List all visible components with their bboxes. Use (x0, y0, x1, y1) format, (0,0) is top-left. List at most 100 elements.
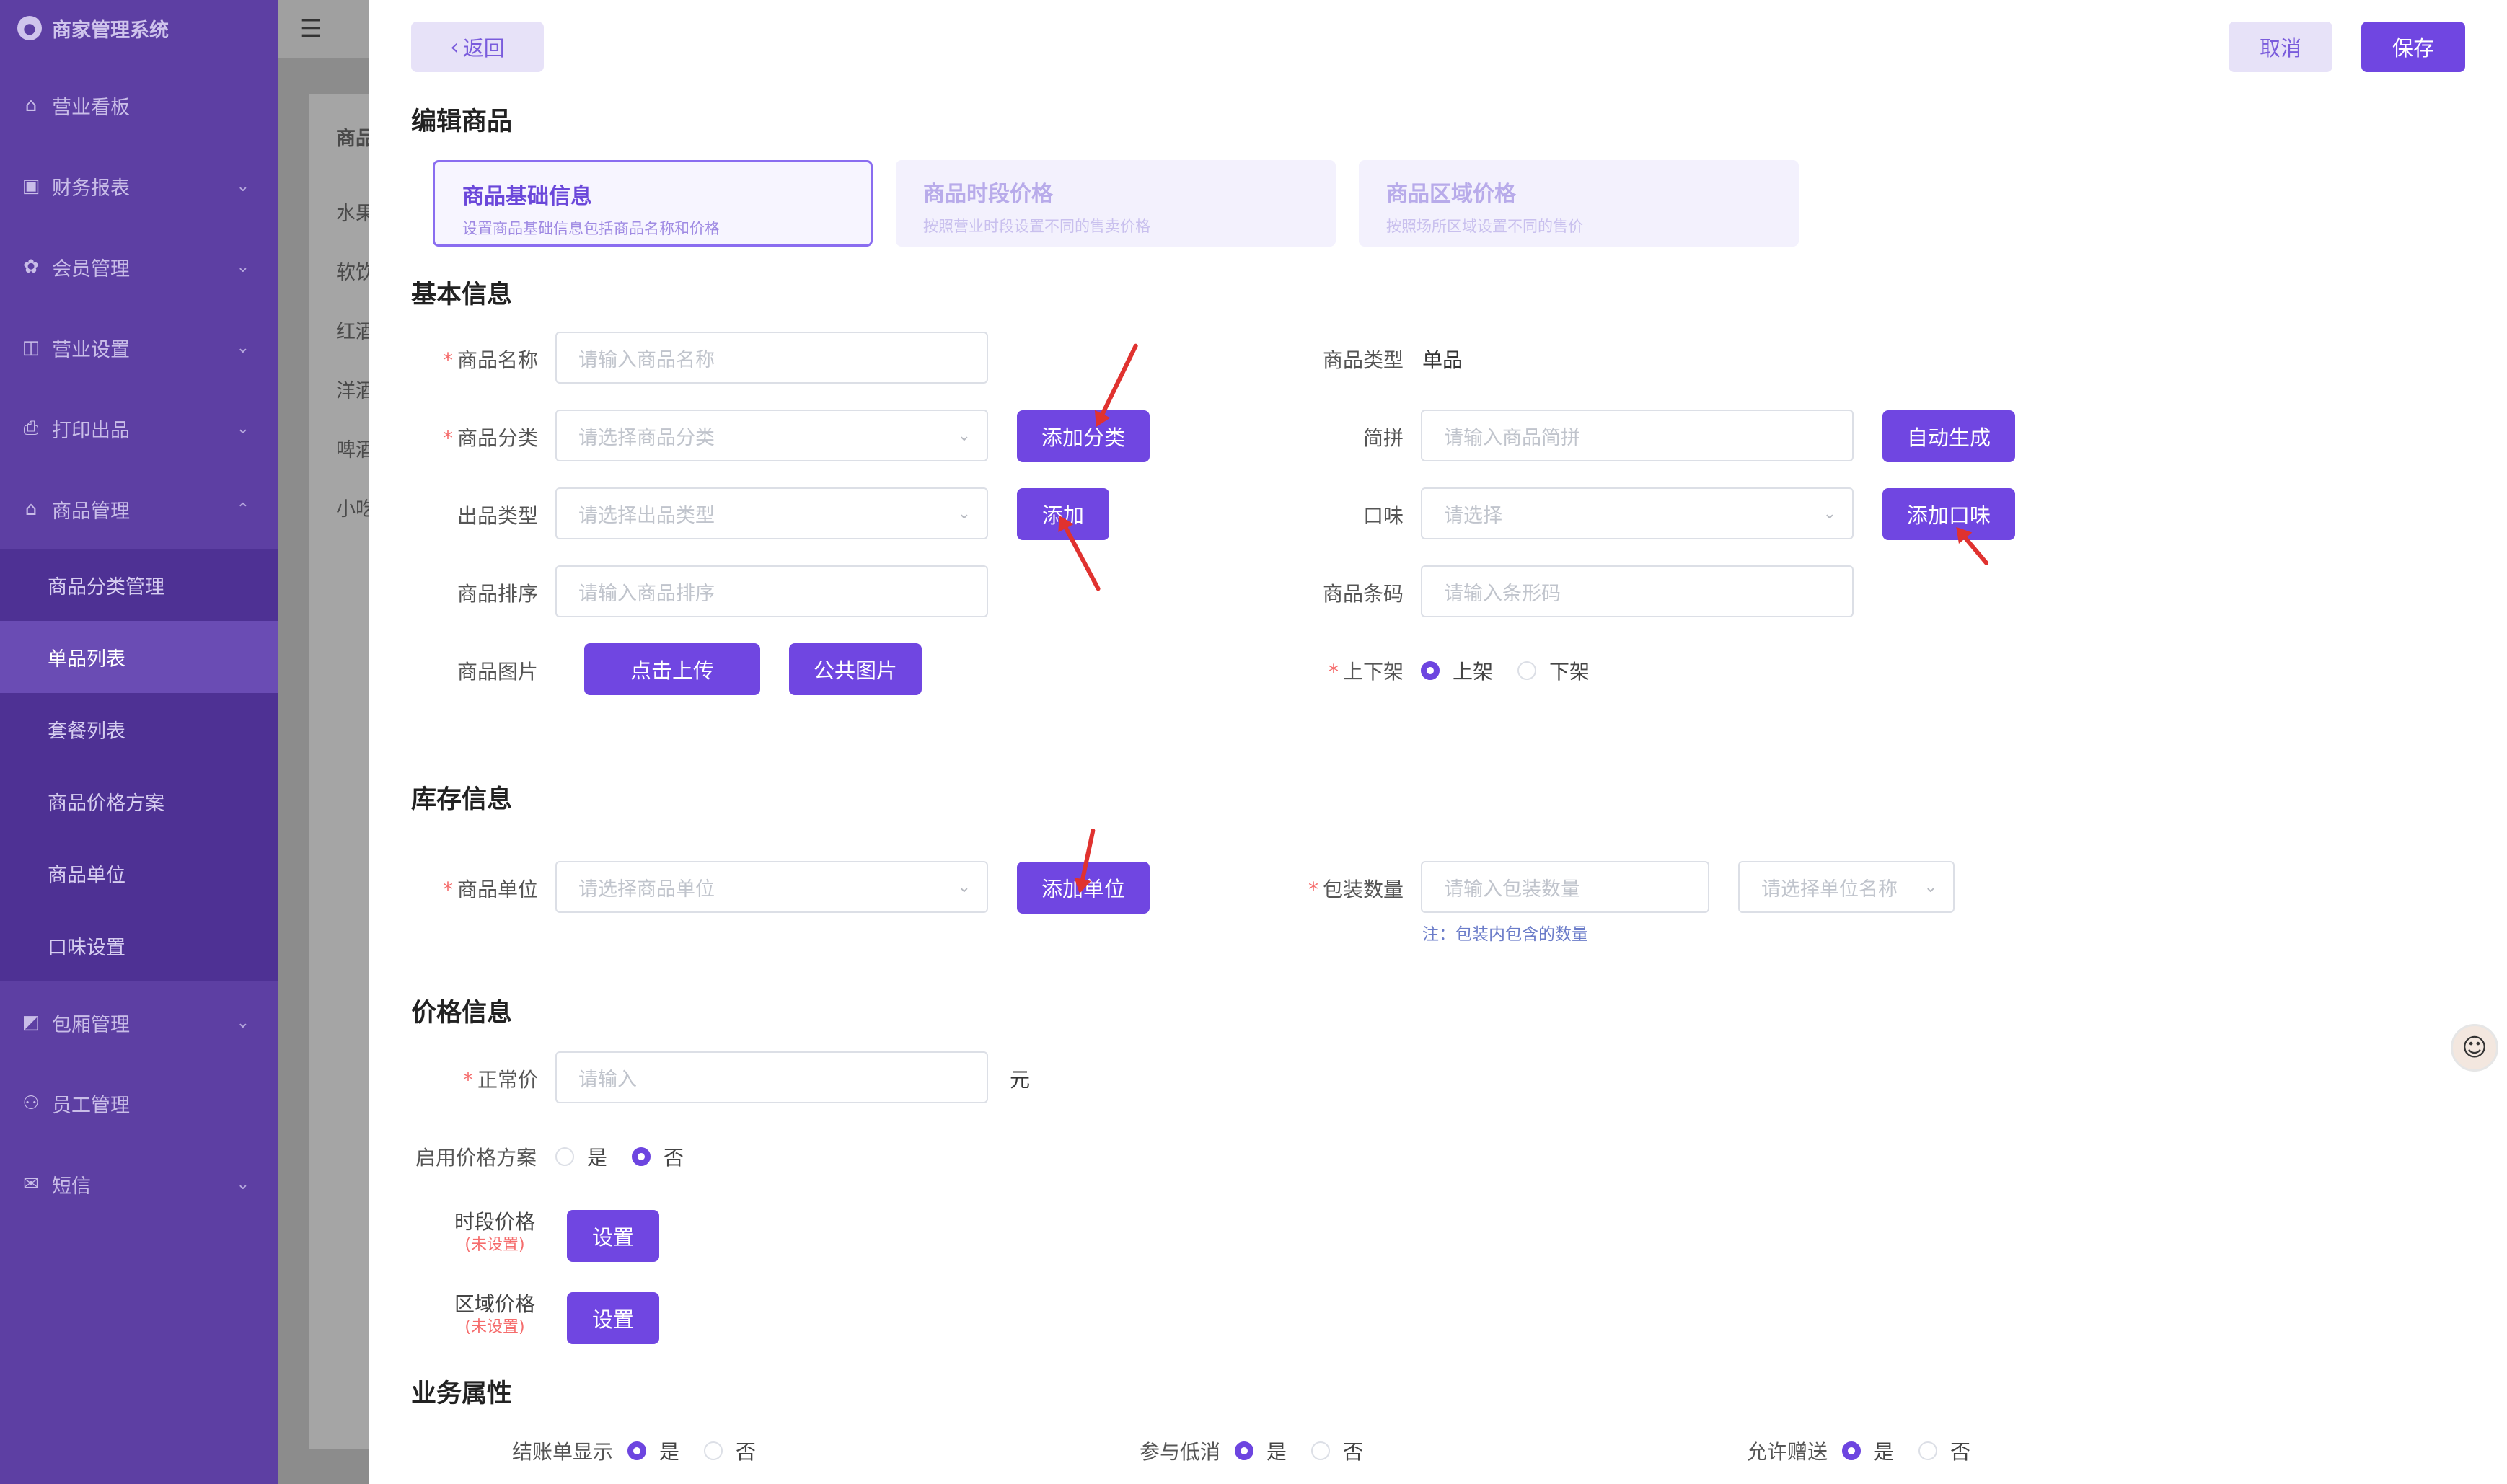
output-type-select[interactable]: 请选择出品类型 ⌄ (555, 487, 988, 539)
tab-basic-info[interactable]: 商品基础信息 设置商品基础信息包括商品名称和价格 (433, 160, 873, 247)
normal-price-input[interactable]: 请输入 (555, 1051, 988, 1103)
placeholder: 请输入商品排序 (578, 582, 715, 605)
product-unit-select[interactable]: 请选择商品单位 ⌄ (555, 861, 988, 913)
chevron-down-icon: ⌄ (957, 504, 971, 523)
min-consumption-label: 参与低消 (1140, 1440, 1221, 1464)
radio-unchecked-icon (555, 1147, 574, 1166)
sidebar-item-label: 营业设置 (52, 338, 130, 361)
background-card (309, 94, 369, 1449)
price-plan-yes-radio[interactable]: 是 (555, 1142, 607, 1171)
sidebar-item-label: 短信 (52, 1175, 91, 1198)
auto-generate-button[interactable]: 自动生成 (1882, 410, 2015, 462)
placeholder: 请输入商品简拼 (1444, 426, 1580, 449)
assistant-avatar[interactable]: ☺ (2451, 1024, 2498, 1072)
product-sort-input[interactable]: 请输入商品排序 (555, 565, 988, 617)
barcode-label: 商品条码 (1322, 582, 1404, 606)
back-button[interactable]: ‹ 返回 (411, 22, 544, 72)
radio-label: 是 (587, 1146, 608, 1170)
sidebar-item-rooms[interactable]: ◩ 包厢管理 ⌄ (0, 988, 278, 1057)
sidebar-item-business-settings[interactable]: ◫ 营业设置 ⌄ (0, 313, 278, 382)
radio-unchecked-icon (704, 1441, 723, 1460)
tab-title: 商品时段价格 (923, 182, 1053, 207)
cancel-button[interactable]: 取消 (2229, 22, 2332, 72)
placeholder: 请输入包装数量 (1444, 878, 1580, 901)
checkout-display-label: 结账单显示 (512, 1440, 614, 1464)
menu-fold-icon: ☰ (300, 14, 322, 43)
sidebar-sub-units[interactable]: 商品单位 (0, 837, 278, 909)
chevron-down-icon: ⌄ (1823, 504, 1836, 523)
pack-unit-select[interactable]: 请选择单位名称 ⌄ (1738, 861, 1955, 913)
tab-title: 商品区域价格 (1386, 182, 1516, 207)
sidebar-sub-flavors[interactable]: 口味设置 (0, 909, 278, 981)
allow-gift-no-radio[interactable]: 否 (1918, 1436, 1970, 1465)
sidebar-sub-category[interactable]: 商品分类管理 (0, 549, 278, 621)
product-category-label: * 商品分类 (442, 426, 538, 450)
min-consumption-yes-radio[interactable]: 是 (1235, 1436, 1287, 1465)
price-plan-no-radio[interactable]: 否 (632, 1142, 684, 1171)
product-unit-label: * 商品单位 (442, 878, 538, 901)
checkout-display-no-radio[interactable]: 否 (704, 1436, 756, 1465)
price-plan-label: 启用价格方案 (415, 1146, 537, 1170)
product-name-input[interactable]: 请输入商品名称 (555, 332, 988, 384)
sidebar-item-finance[interactable]: ▣ 财务报表 ⌄ (0, 151, 278, 221)
chevron-down-icon: ⌄ (236, 1013, 250, 1032)
radio-label: 否 (1950, 1440, 1971, 1464)
tab-area-price[interactable]: 商品区域价格 按照场所区域设置不同的售价 (1359, 160, 1799, 247)
pack-quantity-note: 注：包装内包含的数量 (1422, 925, 1588, 944)
sidebar-item-sms[interactable]: ✉ 短信 ⌄ (0, 1149, 278, 1219)
tab-desc: 设置商品基础信息包括商品名称和价格 (462, 220, 720, 237)
sidebar-submenu: 商品分类管理 单品列表 套餐列表 商品价格方案 商品单位 口味设置 (0, 549, 278, 981)
upload-button[interactable]: 点击上传 (584, 643, 760, 695)
product-sort-label: 商品排序 (457, 582, 538, 606)
shelf-off-radio[interactable]: 下架 (1517, 656, 1590, 685)
report-icon: ▣ (22, 175, 40, 197)
chevron-down-icon: ⌄ (236, 1175, 250, 1193)
chevron-down-icon: ⌄ (957, 878, 971, 896)
product-category-select[interactable]: 请选择商品分类 ⌄ (555, 410, 988, 461)
brand-logo-icon: ● (17, 16, 42, 40)
radio-unchecked-icon (1311, 1441, 1330, 1460)
barcode-input[interactable]: 请输入条形码 (1421, 565, 1854, 617)
save-button[interactable]: 保存 (2361, 22, 2465, 72)
checkout-display-yes-radio[interactable]: 是 (627, 1436, 679, 1465)
home-icon: ⌂ (25, 94, 38, 116)
sidebar-item-products[interactable]: ⌂ 商品管理 ⌃ (0, 474, 278, 544)
sidebar-sub-price-plans[interactable]: 商品价格方案 (0, 765, 278, 837)
chevron-left-icon: ‹ (450, 35, 459, 59)
allow-gift-yes-radio[interactable]: 是 (1842, 1436, 1894, 1465)
sidebar-item-dashboard[interactable]: ⌂ 营业看板 (0, 71, 278, 140)
page-title: 编辑商品 (411, 107, 513, 136)
section-basic-info: 基本信息 (411, 281, 513, 309)
min-consumption-no-radio[interactable]: 否 (1311, 1436, 1363, 1465)
period-price-label: 时段价格 (未设置) (454, 1210, 536, 1254)
sidebar-item-members[interactable]: ✿ 会员管理 ⌄ (0, 232, 278, 301)
placeholder: 请输入 (578, 1068, 637, 1091)
public-image-button[interactable]: 公共图片 (789, 643, 922, 695)
sidebar-sub-single-items[interactable]: 单品列表 (0, 621, 278, 693)
output-type-label: 出品类型 (457, 504, 538, 528)
placeholder: 请选择商品单位 (578, 878, 715, 901)
product-type-label: 商品类型 (1322, 348, 1404, 372)
pinyin-input[interactable]: 请输入商品简拼 (1421, 410, 1854, 461)
sidebar-item-printing[interactable]: ⎙ 打印出品 ⌄ (0, 394, 278, 463)
flavor-select[interactable]: 请选择 ⌄ (1421, 487, 1854, 539)
area-price-set-button[interactable]: 设置 (567, 1292, 659, 1344)
product-type-value: 单品 (1422, 348, 1463, 372)
background-topbar (278, 0, 369, 58)
sidebar-item-label: 包厢管理 (52, 1013, 130, 1036)
sidebar-sub-combos[interactable]: 套餐列表 (0, 693, 278, 765)
radio-label: 是 (1874, 1440, 1895, 1464)
shelf-on-radio[interactable]: 上架 (1421, 656, 1493, 685)
tab-title: 商品基础信息 (462, 184, 592, 209)
sidebar-item-staff[interactable]: ⚇ 员工管理 (0, 1069, 278, 1138)
radio-checked-icon (632, 1147, 651, 1166)
pack-quantity-input[interactable]: 请输入包装数量 (1421, 861, 1709, 913)
period-price-set-button[interactable]: 设置 (567, 1210, 659, 1262)
shelf-status-label: * 上下架 (1328, 660, 1404, 684)
sidebar: ● 商家管理系统 ⌂ 营业看板 ▣ 财务报表 ⌄ ✿ 会员管理 ⌄ ◫ 营业设置… (0, 0, 278, 1484)
radio-label: 否 (1343, 1440, 1364, 1464)
tab-period-price[interactable]: 商品时段价格 按照营业时段设置不同的售卖价格 (896, 160, 1336, 247)
add-category-button[interactable]: 添加分类 (1017, 410, 1150, 462)
radio-checked-icon (1235, 1441, 1254, 1460)
tab-desc: 按照营业时段设置不同的售卖价格 (923, 218, 1150, 235)
